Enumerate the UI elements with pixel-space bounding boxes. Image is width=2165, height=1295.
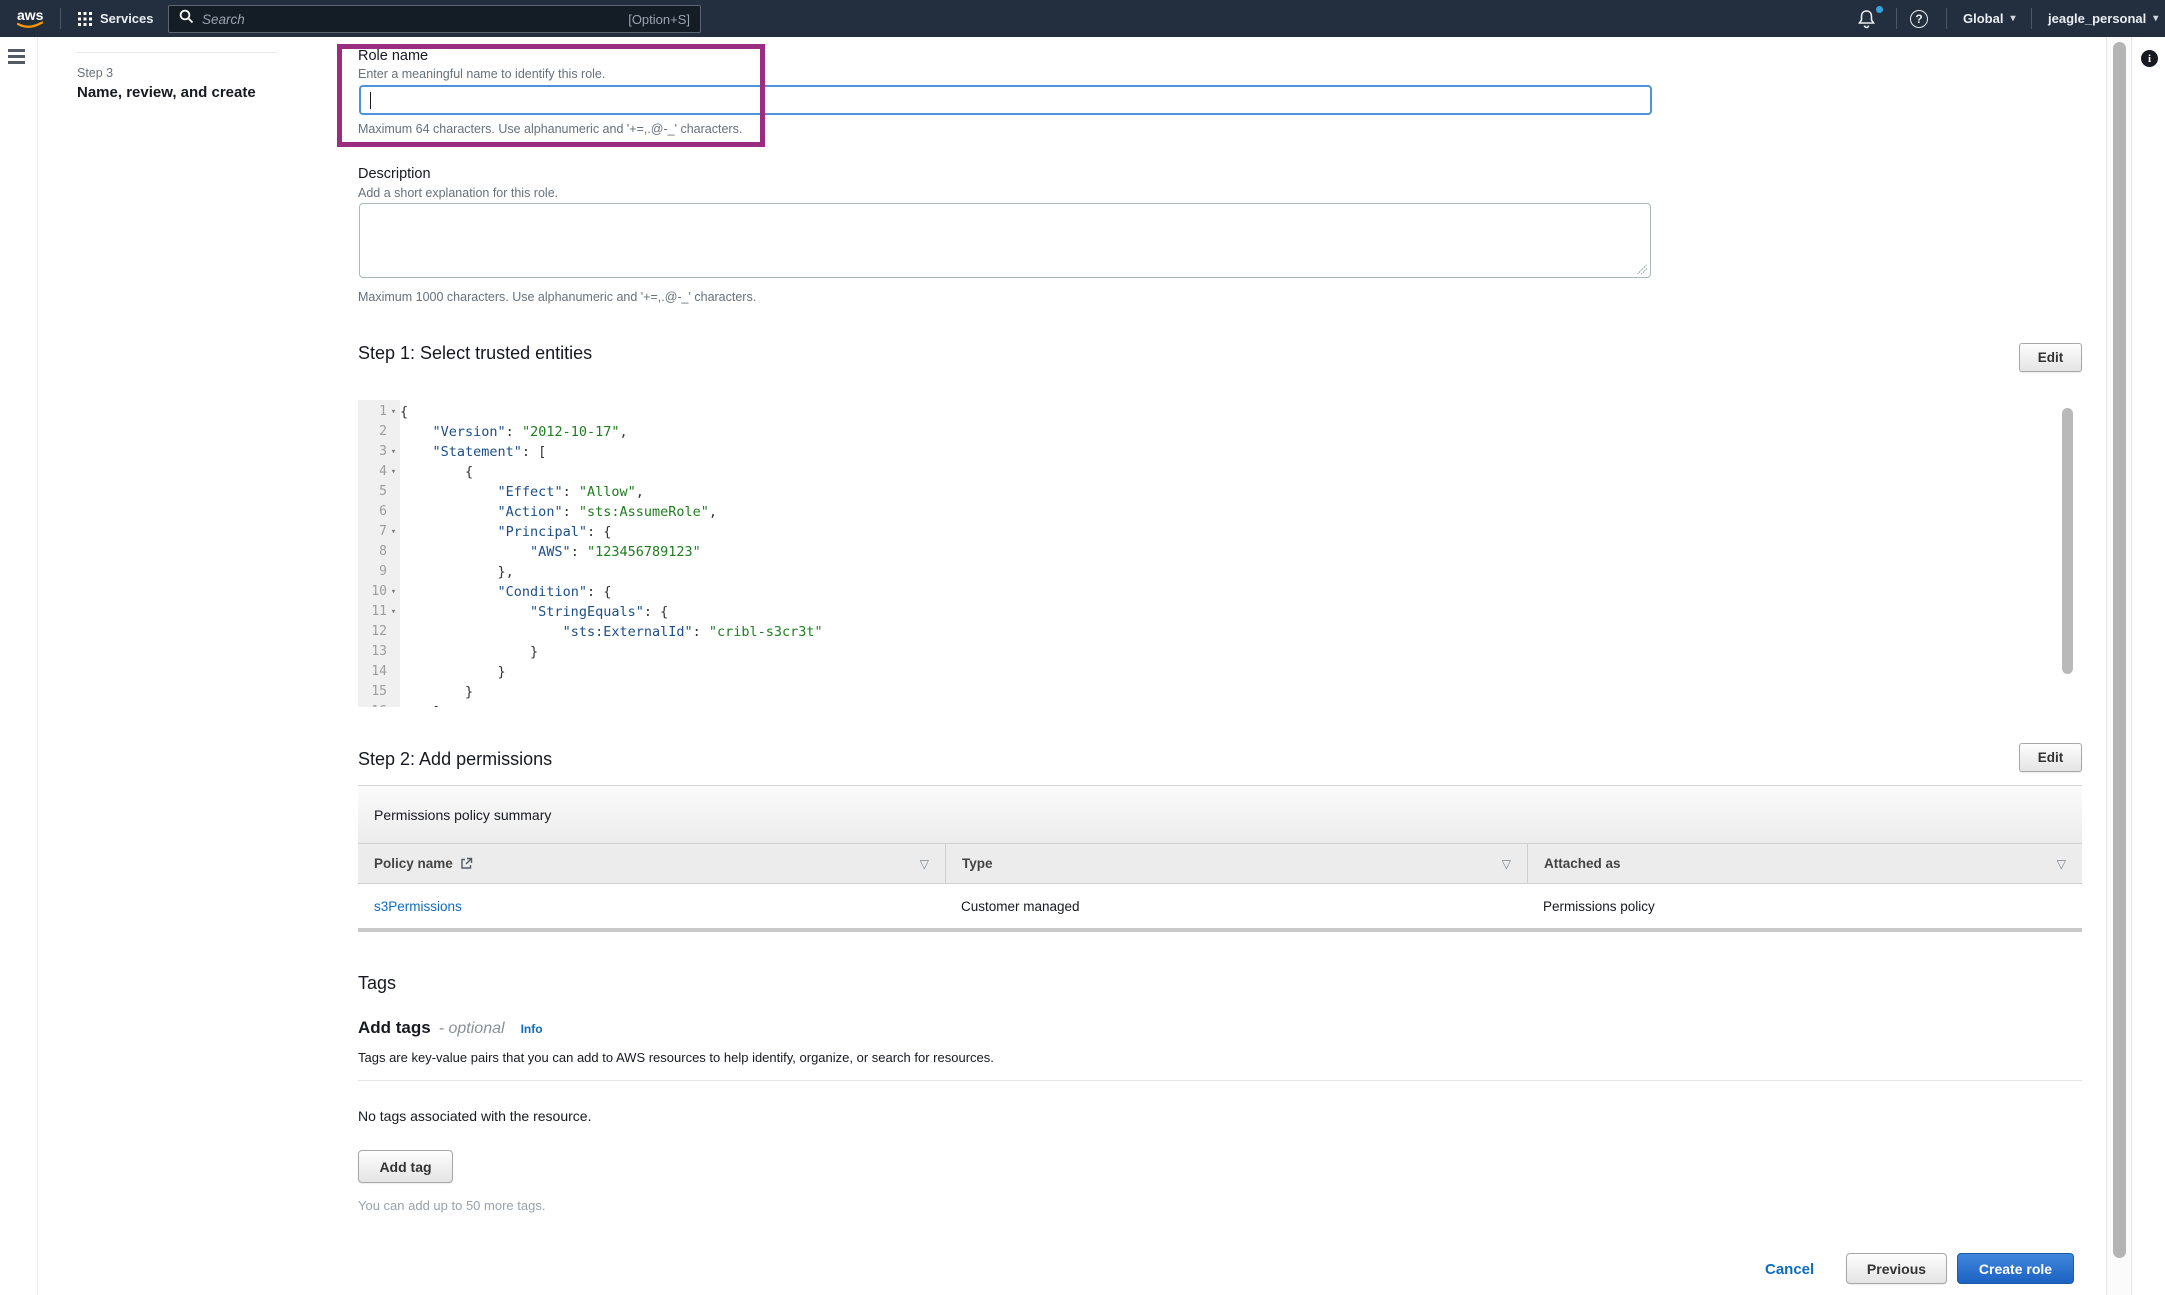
fold-arrow-icon[interactable]: ▾ [387,462,400,482]
region-menu[interactable]: Global ▾ [1963,0,2015,37]
previous-button[interactable]: Previous [1846,1253,1947,1284]
fold-spacer [387,562,400,582]
chevron-down-icon: ▾ [2010,13,2015,24]
table-bottom-border [358,928,2082,932]
aws-logo-text: aws [17,7,44,23]
search-input[interactable]: Search [Option+S] [168,5,701,33]
search-shortcut-hint: [Option+S] [628,12,690,27]
wizard-step-title: Name, review, and create [77,84,256,101]
add-tags-line: Add tags - optional Info [358,1018,543,1038]
column-header-type[interactable]: Type ▽ [945,844,1527,883]
help-button[interactable]: ? [1910,0,1928,37]
attached-as-cell: Permissions policy [1527,899,2082,914]
fold-spacer [387,482,400,502]
page-scrollbar-thumb[interactable] [2113,42,2126,1258]
fold-spacer [387,622,400,642]
aws-logo-icon: aws [12,6,50,32]
column-label: Attached as [1544,856,1621,871]
policy-type-cell: Customer managed [945,899,1527,914]
description-textarea[interactable] [359,203,1651,278]
fold-arrow-icon[interactable]: ▾ [387,522,400,542]
account-label: jeagle_personal [2048,11,2146,26]
fold-spacer [387,682,400,702]
info-link[interactable]: Info [521,1022,543,1036]
notifications-button[interactable] [1857,0,1876,37]
topbar-divider [60,8,61,29]
search-placeholder: Search [202,12,620,27]
sidebar-rule [75,52,278,53]
topbar-divider [1896,8,1897,29]
filter-icon: ▽ [1502,857,1511,871]
fold-spacer [387,542,400,562]
tags-description: Tags are key-value pairs that you can ad… [358,1050,994,1065]
sidebar-divider [37,37,38,1295]
services-menu[interactable]: Services [78,0,154,37]
column-label: Policy name [374,856,453,871]
editor-scrollbar[interactable] [2062,408,2073,674]
fold-spacer [387,422,400,442]
info-panel-toggle[interactable]: i [2141,50,2158,67]
policy-json-editor[interactable]: 1▾23▾4▾567▾8910▾11▾1213141516 { "Version… [358,400,2080,707]
column-header-attached-as[interactable]: Attached as ▽ [1527,844,2082,883]
role-name-label: Role name [358,48,428,64]
create-role-button[interactable]: Create role [1957,1253,2074,1284]
topbar-divider [1946,8,1947,29]
step1-heading: Step 1: Select trusted entities [358,343,592,364]
fold-arrow-icon[interactable]: ▾ [387,602,400,622]
services-grid-icon [78,12,92,26]
permissions-panel: Permissions policy summary Policy name ▽… [358,785,2082,932]
top-navigation-bar: aws Services Search [Option+S] [0,0,2165,37]
tags-heading: Tags [358,973,396,994]
bell-icon [1857,9,1876,29]
fold-spacer [387,702,400,707]
column-header-policy-name[interactable]: Policy name ▽ [358,844,945,883]
permissions-panel-title: Permissions policy summary [358,786,2082,843]
tags-hint: You can add up to 50 more tags. [358,1198,545,1213]
fold-arrow-icon[interactable]: ▾ [387,442,400,462]
wizard-step-label: Step 3 [77,66,113,80]
fold-spacer [387,642,400,662]
column-label: Type [962,856,993,871]
fold-arrow-icon[interactable]: ▾ [387,582,400,602]
aws-logo[interactable]: aws [12,0,50,37]
help-icon: ? [1910,10,1928,28]
tags-empty-message: No tags associated with the resource. [358,1108,591,1124]
step2-heading: Step 2: Add permissions [358,749,552,770]
edit-permissions-button[interactable]: Edit [2019,743,2082,772]
services-label: Services [100,11,154,26]
filter-icon: ▽ [920,857,929,871]
text-cursor [370,92,371,109]
tags-divider [358,1080,2082,1081]
role-name-description: Enter a meaningful name to identify this… [358,67,605,81]
external-link-icon [460,857,473,870]
topbar-divider [2031,8,2032,29]
policy-name-link[interactable]: s3Permissions [374,899,462,914]
account-menu[interactable]: jeagle_personal ▾ [2048,0,2158,37]
role-name-input[interactable] [359,85,1652,115]
chevron-down-icon: ▾ [2153,13,2158,24]
cancel-button[interactable]: Cancel [1765,1261,1814,1278]
search-icon [179,9,194,29]
resize-handle[interactable] [1637,264,1647,274]
region-label: Global [1963,11,2003,26]
table-row: s3Permissions Customer managed Permissio… [358,884,2082,928]
permissions-table-header: Policy name ▽ Type ▽ Attached as ▽ [358,843,2082,884]
filter-icon: ▽ [2057,857,2066,871]
hamburger-menu-icon[interactable] [8,49,25,64]
description-label: Description [358,166,431,182]
add-tags-optional: - optional [439,1020,505,1038]
description-hint: Maximum 1000 characters. Use alphanumeri… [358,290,756,304]
description-description: Add a short explanation for this role. [358,186,558,200]
notification-dot [1876,6,1883,13]
fold-spacer [387,502,400,522]
fold-spacer [387,662,400,682]
role-name-hint: Maximum 64 characters. Use alphanumeric … [358,122,742,136]
add-tags-title: Add tags [358,1018,431,1038]
fold-arrow-icon[interactable]: ▾ [387,402,400,422]
code-gutter: 1▾23▾4▾567▾8910▾11▾1213141516 [358,400,400,707]
add-tag-button[interactable]: Add tag [358,1150,453,1183]
edit-trusted-entities-button[interactable]: Edit [2019,343,2082,372]
code-lines: { "Version": "2012-10-17", "Statement": … [400,402,2060,707]
